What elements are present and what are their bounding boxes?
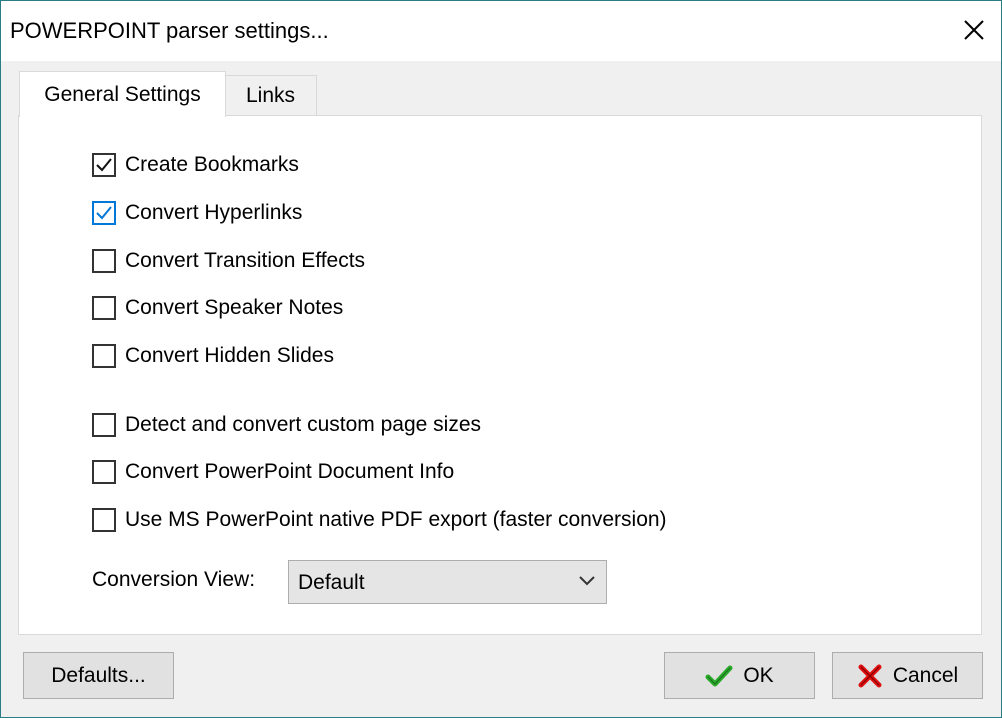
checkmark-icon [96, 206, 112, 220]
convert-document-info-option[interactable]: Convert PowerPoint Document Info [92, 459, 454, 485]
convert-hidden-slides-option[interactable]: Convert Hidden Slides [92, 343, 334, 369]
defaults-button[interactable]: Defaults... [23, 652, 174, 699]
dialog-title: POWERPOINT parser settings... [10, 18, 329, 43]
general-settings-panel [18, 115, 982, 635]
create-bookmarks-label: Create Bookmarks [125, 153, 299, 176]
checkmark-icon [96, 158, 112, 172]
native-pdf-export-label: Use MS PowerPoint native PDF export (fas… [125, 508, 667, 531]
convert-speaker-notes-option[interactable]: Convert Speaker Notes [92, 295, 343, 321]
chevron-down-icon [579, 576, 595, 586]
conversion-view-label: Conversion View: [92, 568, 256, 591]
ok-button[interactable]: OK [664, 652, 815, 699]
cancel-button[interactable]: Cancel [832, 652, 983, 699]
cancel-button-label: Cancel [892, 663, 959, 687]
detect-custom-page-sizes-option[interactable]: Detect and convert custom page sizes [92, 412, 481, 438]
convert-hyperlinks-option[interactable]: Convert Hyperlinks [92, 200, 302, 226]
conversion-view-select[interactable]: Default [288, 560, 607, 604]
convert-hidden-slides-checkbox[interactable] [92, 344, 116, 368]
defaults-button-label: Defaults... [51, 663, 146, 687]
tab-links-label: Links [245, 84, 296, 107]
close-icon [964, 20, 984, 40]
convert-transition-effects-checkbox[interactable] [92, 249, 116, 273]
dialog-window: POWERPOINT parser settings... General Se… [0, 0, 1002, 718]
convert-document-info-label: Convert PowerPoint Document Info [125, 460, 455, 483]
convert-speaker-notes-label: Convert Speaker Notes [125, 296, 344, 319]
close-button[interactable] [951, 7, 997, 53]
native-pdf-export-checkbox[interactable] [92, 508, 116, 532]
checkmark-icon [705, 664, 733, 688]
convert-speaker-notes-checkbox[interactable] [92, 296, 116, 320]
tab-general-settings[interactable]: General Settings [19, 71, 226, 117]
ok-button-label: OK [743, 663, 774, 687]
convert-transition-effects-option[interactable]: Convert Transition Effects [92, 248, 365, 274]
convert-transition-effects-label: Convert Transition Effects [125, 249, 366, 272]
convert-hidden-slides-label: Convert Hidden Slides [125, 344, 334, 367]
conversion-view-value: Default [298, 571, 365, 594]
create-bookmarks-option[interactable]: Create Bookmarks [92, 152, 299, 178]
detect-custom-page-sizes-checkbox[interactable] [92, 413, 116, 437]
tab-links[interactable]: Links [225, 75, 317, 116]
tab-general-settings-label: General Settings [44, 82, 201, 106]
title-bar: POWERPOINT parser settings... [1, 1, 1001, 61]
convert-document-info-checkbox[interactable] [92, 460, 116, 484]
detect-custom-page-sizes-label: Detect and convert custom page sizes [125, 413, 482, 436]
convert-hyperlinks-label: Convert Hyperlinks [125, 201, 303, 224]
convert-hyperlinks-checkbox[interactable] [92, 201, 116, 225]
native-pdf-export-option[interactable]: Use MS PowerPoint native PDF export (fas… [92, 507, 667, 533]
create-bookmarks-checkbox[interactable] [92, 153, 116, 177]
red-x-icon [857, 663, 883, 689]
